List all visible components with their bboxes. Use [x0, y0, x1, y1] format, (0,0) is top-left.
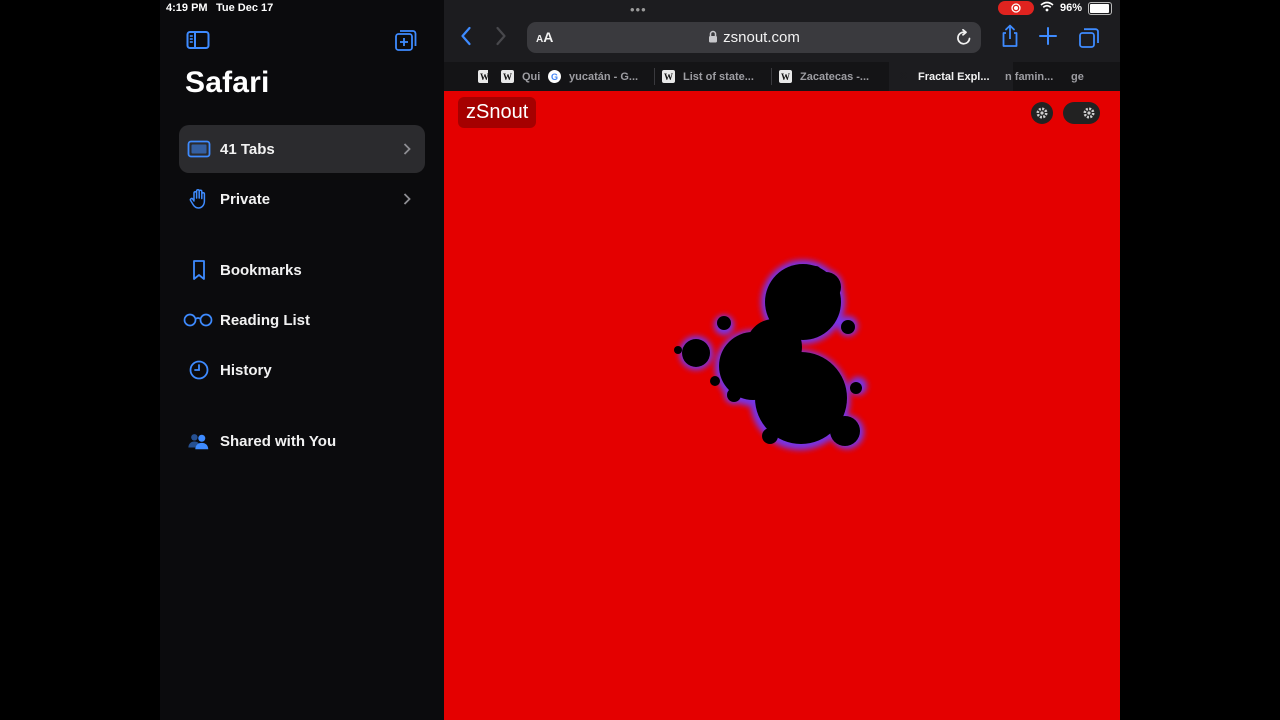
tab[interactable]: W Zacatecas -...	[779, 62, 883, 91]
sun-icon	[1080, 104, 1098, 122]
sidebar-item-private[interactable]: Private	[179, 175, 425, 223]
address-bar[interactable]: AA zsnout.com	[527, 22, 981, 53]
tabs-icon	[187, 137, 211, 161]
sidebar-item-label: Reading List	[220, 311, 311, 329]
sidebar-item-label: Private	[220, 190, 271, 208]
forward-button[interactable]	[495, 26, 507, 51]
google-favicon-icon: G	[548, 70, 561, 83]
multitasking-menu[interactable]: •••	[630, 2, 647, 17]
tab-overview-icon[interactable]	[1078, 27, 1100, 54]
sidebar-item-tabs[interactable]: 41 Tabs	[179, 125, 425, 173]
sidebar-toggle-icon[interactable]	[186, 30, 210, 55]
wikipedia-favicon-icon: W	[478, 70, 488, 83]
tab[interactable]: W	[478, 62, 488, 91]
sidebar-item-bookmarks[interactable]: Bookmarks	[179, 246, 425, 294]
tab[interactable]: ge	[1071, 62, 1101, 91]
sidebar: 4:19 PM Tue Dec 17 Safari 41 Tabs Privat…	[160, 0, 444, 720]
tab-active[interactable]: ✕ Fractal Expl...	[889, 62, 1013, 91]
wikipedia-favicon-icon: W	[501, 70, 514, 83]
share-icon[interactable]	[1000, 24, 1020, 53]
hand-icon	[187, 187, 211, 211]
tab-title: Zacatecas -...	[800, 70, 870, 83]
reload-icon[interactable]	[956, 28, 972, 51]
chevron-right-icon	[403, 192, 411, 210]
status-date: Tue Dec 17	[216, 2, 274, 14]
tab-separator	[654, 68, 655, 85]
back-button[interactable]	[460, 26, 472, 51]
tab-separator	[771, 68, 772, 85]
clock-icon	[187, 358, 211, 382]
tab-title: Qui	[522, 70, 541, 83]
site-logo[interactable]: zSnout	[458, 97, 537, 128]
tab-title: ge	[1071, 70, 1084, 83]
tab[interactable]: W List of state...	[662, 62, 766, 91]
sidebar-item-reading-list[interactable]: Reading List	[179, 296, 425, 344]
glasses-icon	[181, 308, 215, 332]
browser-pane: ••• 96% AA zsnout.com W W Qui G yucatán …	[444, 0, 1120, 720]
tab-bar: W W Qui G yucatán - G... W List of state…	[444, 62, 1120, 91]
theme-toggle[interactable]	[1063, 102, 1100, 124]
sidebar-item-history[interactable]: History	[179, 346, 425, 394]
close-tab-icon[interactable]: ✕	[897, 70, 910, 83]
wikipedia-favicon-icon: W	[779, 70, 792, 83]
tab-title: yucatán - G...	[569, 70, 639, 83]
tab-title: Fractal Expl...	[918, 70, 990, 83]
mandelbrot-fractal[interactable]	[444, 91, 1120, 720]
battery-fill	[1090, 3, 1110, 13]
web-content[interactable]: zSnout	[444, 91, 1120, 720]
sidebar-item-label: Shared with You	[220, 432, 337, 450]
battery-icon	[1088, 1, 1112, 15]
tab-title: n famin...	[1005, 70, 1054, 83]
tab[interactable]: W Qui	[501, 62, 541, 91]
status-indicators: 96%	[997, 1, 1112, 15]
wikipedia-favicon-icon: W	[662, 70, 675, 83]
chevron-right-icon	[403, 142, 411, 160]
sidebar-item-label: Bookmarks	[220, 261, 302, 279]
wifi-icon	[1040, 1, 1054, 15]
sidebar-item-label: 41 Tabs	[220, 140, 275, 158]
url-display[interactable]: zsnout.com	[527, 29, 981, 47]
settings-gear-icon[interactable]	[1031, 102, 1053, 124]
sidebar-item-label: History	[220, 361, 272, 379]
new-tab-group-icon[interactable]	[394, 28, 418, 57]
url-text: zsnout.com	[723, 29, 800, 46]
ipad-screen: 4:19 PM Tue Dec 17 Safari 41 Tabs Privat…	[160, 0, 1120, 720]
battery-percentage: 96%	[1059, 2, 1082, 14]
screen-recording-indicator	[997, 1, 1034, 15]
sidebar-title: Safari	[185, 66, 270, 99]
tab-title: List of state...	[683, 70, 754, 83]
lock-icon	[708, 30, 718, 47]
bookmark-icon	[187, 258, 211, 282]
new-tab-icon[interactable]	[1038, 26, 1058, 51]
people-icon	[187, 429, 211, 453]
status-time: 4:19 PM	[166, 2, 208, 14]
tab[interactable]: n famin...	[1005, 62, 1065, 91]
tab[interactable]: G yucatán - G...	[548, 62, 652, 91]
sidebar-item-shared-with-you[interactable]: Shared with You	[179, 417, 425, 465]
